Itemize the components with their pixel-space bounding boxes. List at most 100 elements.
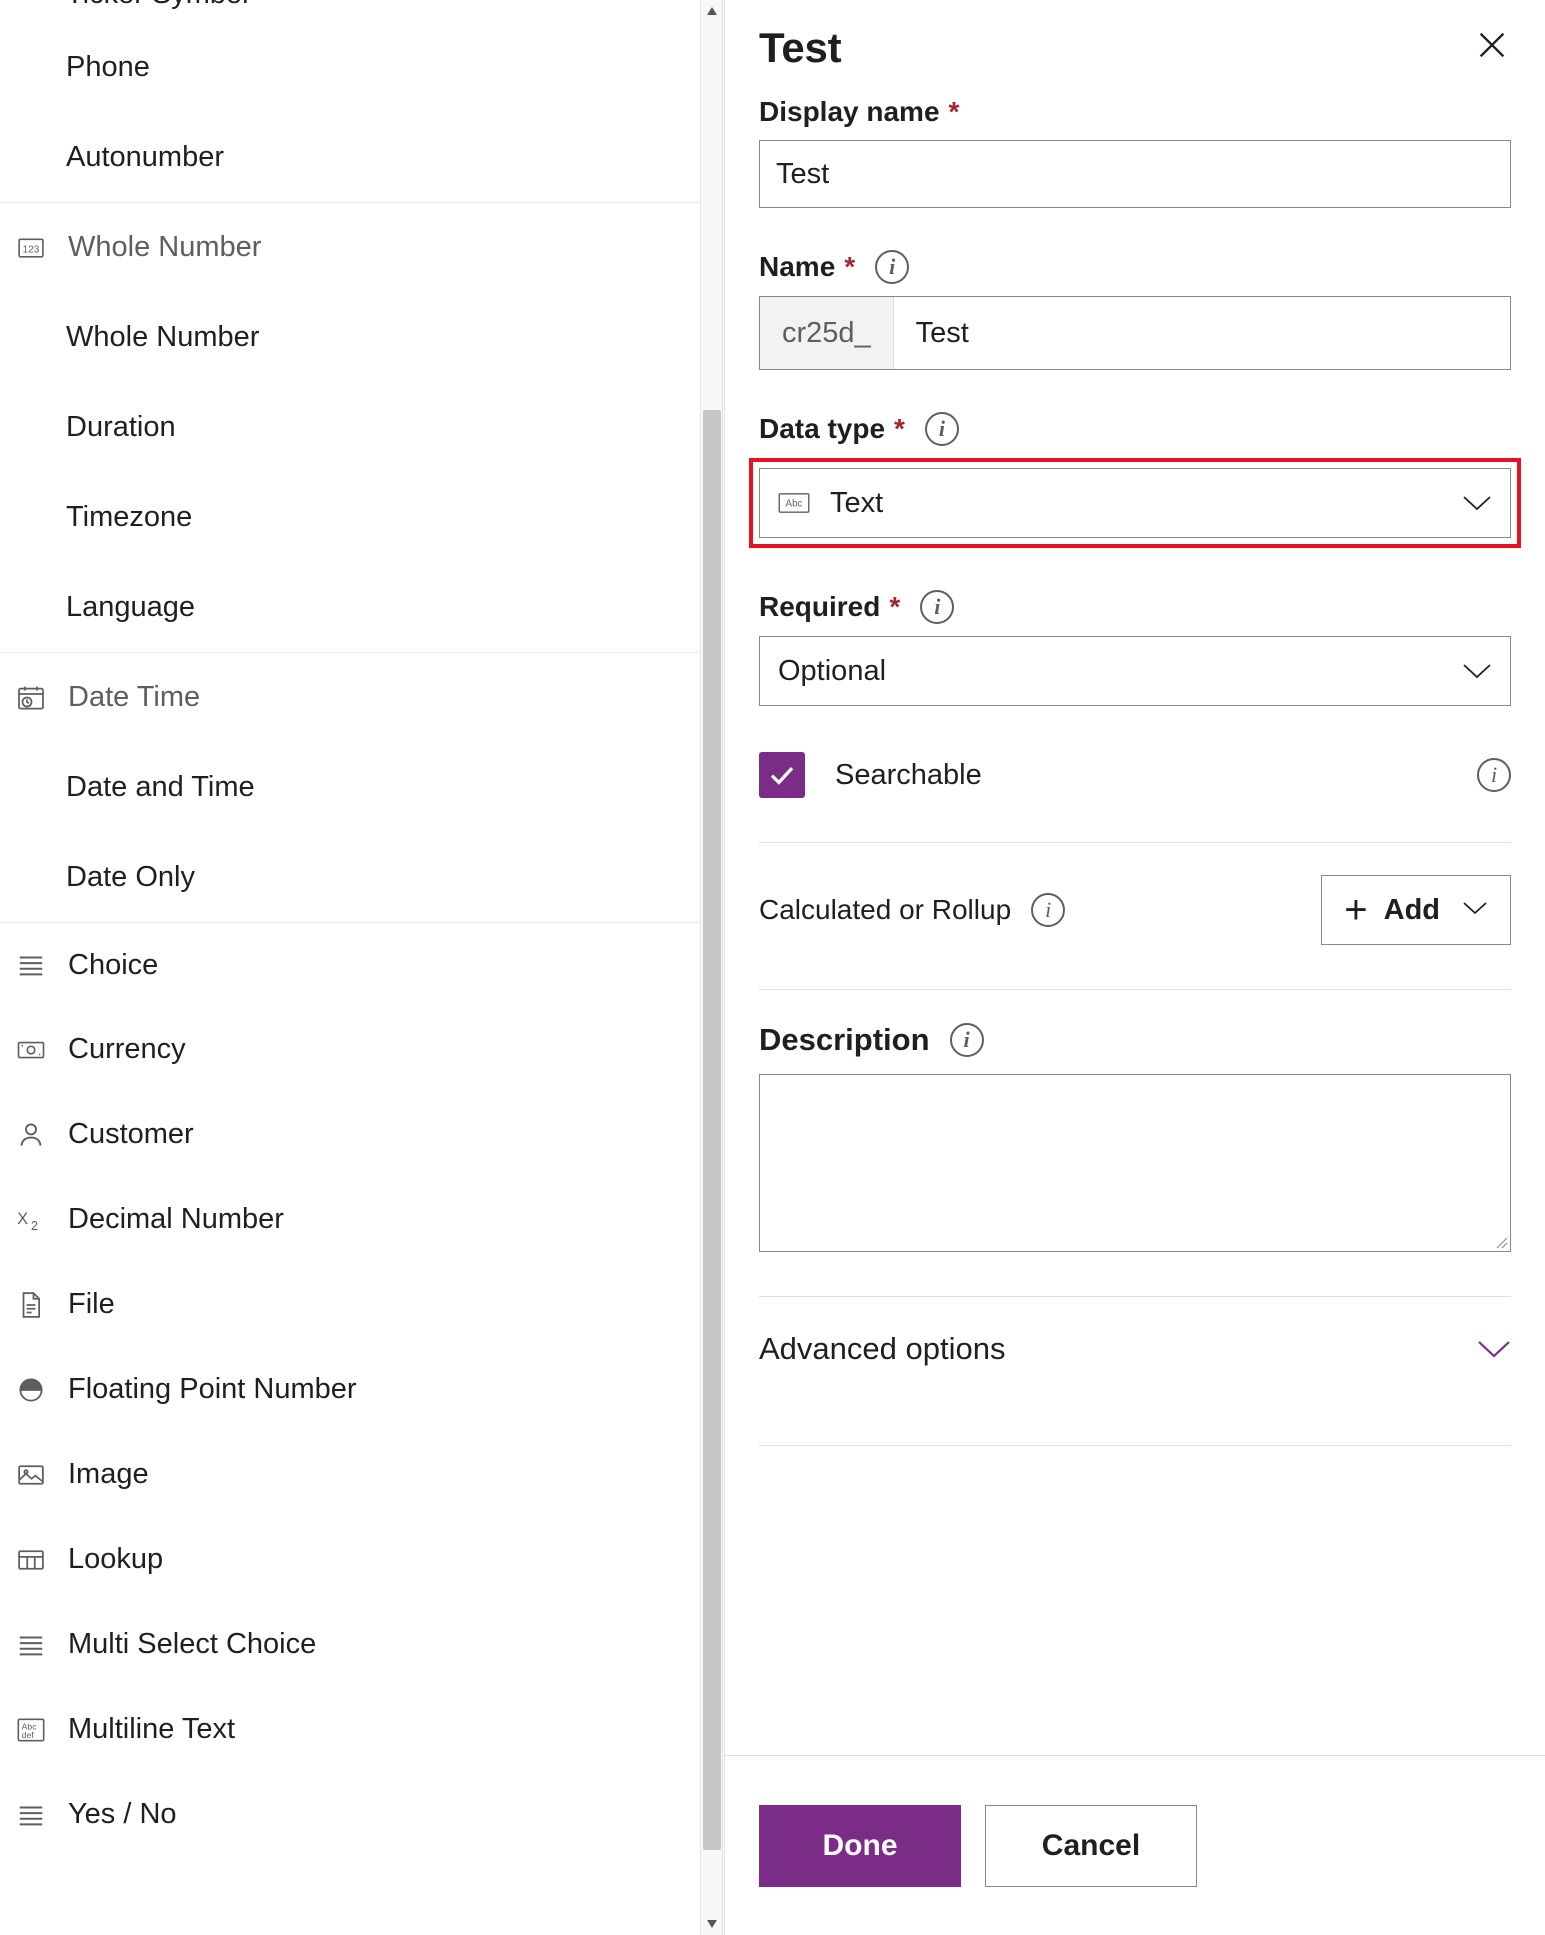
info-icon[interactable]: i [920,590,955,624]
name-input-group[interactable]: cr25d_ Test [759,296,1511,370]
add-button-label: Add [1383,893,1440,926]
divider [759,1445,1511,1446]
list-item-timezone[interactable]: Timezone [0,472,722,562]
list-item-phone[interactable]: Phone [0,22,722,112]
chevron-down-icon[interactable] [1462,900,1488,921]
searchable-checkbox[interactable] [759,752,805,798]
divider [759,842,1511,843]
pane-header: Test [725,0,1545,96]
list-item-lookup[interactable]: Lookup [0,1517,722,1602]
data-type-label-text: Data type [759,413,886,444]
list-item-label: Image [68,1458,149,1490]
required-label-text: Required [759,591,881,622]
lookup-icon [14,1543,48,1577]
pane-body: Display name * Test Name * i cr25d_ Test… [725,96,1545,1755]
list-item-whole-number[interactable]: Whole Number [0,292,722,382]
description-textarea[interactable] [759,1074,1511,1252]
divider [759,989,1511,990]
required-asterisk: * [894,413,905,444]
advanced-options-label: Advanced options [759,1331,1006,1366]
description-label-text: Description [759,1022,930,1057]
searchable-row[interactable]: Searchable i [759,752,1511,798]
info-icon[interactable]: i [949,1023,984,1057]
chevron-down-icon[interactable] [1462,494,1492,512]
data-type-dropdown[interactable]: Abc Text [759,468,1511,538]
list-item-label: Multi Select Choice [68,1628,317,1660]
list-item-multi-select-choice[interactable]: Multi Select Choice [0,1602,722,1687]
list-item-label: Lookup [68,1543,164,1575]
group-header-label: Date Time [68,681,201,713]
data-type-list[interactable]: Ticker Symbol Phone Autonumber 123 Whole… [0,0,722,1935]
display-name-input[interactable]: Test [759,140,1511,208]
multi-select-choice-icon [14,1628,48,1662]
list-item-floating-point-number[interactable]: Floating Point Number [0,1347,722,1432]
list-item-label: Choice [68,948,159,981]
display-name-label: Display name * [759,96,1511,128]
list-item-file[interactable]: File [0,1262,722,1347]
add-button[interactable]: + Add [1321,875,1511,945]
svg-text:Abc: Abc [786,499,803,510]
whole-number-icon: 123 [14,231,48,265]
list-item-decimal-number[interactable]: X 2 Decimal Number [0,1177,722,1262]
info-icon[interactable]: i [875,250,910,284]
cancel-button[interactable]: Cancel [985,1804,1197,1887]
page-title: Test [759,24,842,71]
searchable-label: Searchable [835,758,982,791]
list-item-label: Language [66,590,196,623]
list-item-currency[interactable]: Currency [0,1007,722,1092]
calculated-or-rollup-label: Calculated or Rollup i [759,893,1066,927]
list-item-label: Date and Time [66,770,255,803]
close-icon[interactable] [1461,14,1523,76]
list-item-ticker-symbol-partial[interactable]: Ticker Symbol [0,0,722,22]
decimal-number-icon: X 2 [14,1203,48,1237]
required-asterisk: * [889,591,901,622]
list-item-date-and-time[interactable]: Date and Time [0,742,722,832]
date-time-icon [14,681,48,715]
data-type-value: Text [830,486,884,519]
display-name-label-text: Display name [759,96,940,127]
advanced-options-toggle[interactable]: Advanced options [759,1297,1511,1401]
scrollbar-thumb[interactable] [703,410,721,1850]
svg-text:X: X [17,1209,28,1227]
text-abc-icon: Abc [778,489,810,517]
plus-icon: + [1344,888,1368,932]
list-item-label: File [68,1288,115,1320]
list-item-choice[interactable]: Choice [0,922,722,1007]
column-properties-pane: Test Display name * Test Name * i cr25d_… [724,0,1545,1935]
list-item-autonumber[interactable]: Autonumber [0,112,722,202]
list-item-duration[interactable]: Duration [0,382,722,472]
description-label: Description i [759,1022,1511,1058]
list-item-label: Duration [66,410,176,443]
list-item-label: Multiline Text [68,1713,236,1745]
list-item-multiline-text[interactable]: Abc def Multiline Text [0,1687,722,1772]
done-button[interactable]: Done [759,1804,961,1887]
resize-handle-icon[interactable] [1492,1233,1508,1249]
list-item-yes-no[interactable]: Yes / No [0,1772,722,1857]
info-icon[interactable]: i [1031,893,1066,927]
currency-icon [14,1033,48,1067]
group-header-date-time: Date Time [0,652,722,742]
list-item-image[interactable]: Image [0,1432,722,1517]
chevron-down-icon[interactable] [1462,662,1492,680]
info-icon[interactable]: i [1477,758,1511,792]
list-item-date-only[interactable]: Date Only [0,832,722,922]
calculated-or-rollup-label-text: Calculated or Rollup [759,894,1012,925]
list-item-customer[interactable]: Customer [0,1092,722,1177]
display-name-value: Test [776,157,830,190]
list-item-label: Decimal Number [68,1203,284,1235]
info-icon[interactable]: i [924,412,959,446]
group-header-whole-number: 123 Whole Number [0,202,722,292]
data-type-label: Data type * i [759,412,1511,446]
scroll-down-button[interactable] [701,1913,722,1935]
list-item-label: Timezone [66,500,193,533]
list-item-label: Date Only [66,860,195,893]
name-input[interactable]: Test [894,297,1510,369]
list-item-language[interactable]: Language [0,562,722,652]
chevron-down-icon[interactable] [1477,1339,1511,1359]
calculated-or-rollup-row: Calculated or Rollup i + Add [759,875,1511,945]
required-dropdown[interactable]: Optional [759,636,1511,706]
name-label: Name * i [759,250,1511,284]
group-header-label: Whole Number [68,231,262,263]
scroll-up-button[interactable] [701,0,722,22]
list-scrollbar[interactable] [700,0,722,1935]
